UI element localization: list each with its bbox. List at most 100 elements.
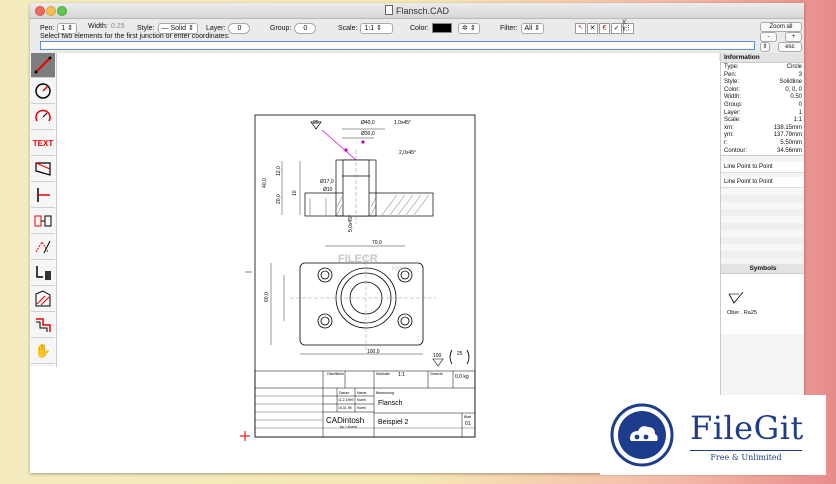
color-label: Color: [410, 24, 429, 32]
y-coord-label: Y: [622, 27, 628, 33]
roughness-symbol-icon[interactable] [727, 292, 747, 306]
stepper-icon[interactable]: ⇕ [760, 42, 770, 52]
dim-h60: 60,0 [264, 292, 270, 302]
tb-weight: 0,0 kg [455, 374, 469, 380]
filegit-name: FileGit [690, 409, 804, 447]
circle-tool-icon [35, 83, 51, 99]
pen-value: 1 [61, 25, 66, 32]
trim-tool-icon [35, 162, 51, 176]
zoom-all-button[interactable]: Zoom all [760, 22, 802, 32]
layer-label: Layer: [206, 25, 226, 32]
selected-point-marker [361, 140, 365, 144]
info-key: Width: [724, 94, 742, 101]
group-field[interactable]: 0 [294, 23, 317, 34]
document-icon [384, 5, 393, 15]
info-value: 0, 0, 0 [785, 86, 802, 93]
filter-select[interactable]: All ⇕ [520, 23, 545, 34]
tb-datum-label: Datum [339, 391, 349, 395]
edit-tool-button[interactable] [31, 235, 55, 260]
snap-point-icon[interactable]: ↖ [575, 23, 586, 34]
hand-tool-button[interactable]: ✋ [31, 339, 55, 364]
dim-d17: Ø17,0 [320, 179, 334, 185]
line-tool-icon [34, 56, 52, 74]
snap-tangent-icon[interactable]: ✓ [611, 23, 622, 34]
color-swatch[interactable] [431, 23, 452, 33]
info-row: Style: Solidline [721, 79, 804, 87]
zoom-in-button[interactable]: + [785, 32, 802, 42]
symbol-label: Ober . Ra25 [727, 310, 757, 317]
info-row: Pen: 3 [721, 72, 804, 80]
snap-cross-icon[interactable]: ✕ [587, 23, 598, 34]
tb-part-name: Flansch [378, 400, 403, 407]
width-value[interactable]: 0.25 [111, 23, 125, 30]
history-item[interactable]: Line Point to Point [721, 162, 804, 174]
snap-center-icon[interactable]: € [599, 23, 610, 34]
info-key: r: [724, 139, 728, 146]
command-input[interactable] [40, 41, 755, 50]
tool-palette: TEXT ✋ [30, 53, 57, 367]
line-tool-button[interactable] [31, 53, 55, 78]
tb-date-2: 15.01.95 [338, 406, 352, 410]
tb-name-label: Name [357, 391, 366, 395]
junction-tool-icon [37, 188, 50, 202]
esc-button[interactable]: esc [778, 42, 802, 52]
info-row: Contour: 34.56mm [721, 148, 804, 156]
tb-blatt-label: Blatt [464, 415, 471, 419]
tb-date-1: 11.2.1999 [338, 398, 353, 402]
trim-tool-button[interactable] [31, 157, 55, 182]
contour-tool-icon [36, 318, 51, 332]
info-value: 1:1 [793, 117, 802, 124]
style-value: Solid [170, 25, 187, 32]
tb-sheet: 01 [465, 421, 471, 427]
tb-name-2: Kuehl [357, 406, 366, 410]
scale-label: Scale: [338, 25, 358, 32]
delete-tool-icon [36, 266, 51, 280]
info-header: Information [721, 53, 804, 63]
info-rows: Type: Circle Pen: 3 Style: Solidline Color:… [721, 63, 804, 156]
circle-tool-button[interactable] [31, 79, 55, 104]
arc-tool-button[interactable] [31, 105, 55, 130]
delete-tool-button[interactable] [31, 261, 55, 286]
info-value: Circle [786, 64, 802, 70]
filegit-tagline: Free & Unlimited [710, 453, 782, 462]
dim-chamfer-2: 2,0x45° [399, 150, 416, 156]
info-row: Color: 0, 0, 0 [721, 87, 804, 95]
filter-value: All [524, 25, 533, 32]
info-value: 138.15mm [773, 124, 802, 131]
scale-select[interactable]: 1:1 ⇕ [360, 23, 394, 34]
junction-tool-button[interactable] [31, 183, 55, 208]
watermark-text: FILECR [338, 253, 378, 265]
copy-tool-button[interactable] [31, 209, 55, 234]
dim-w70: 70,0 [372, 240, 382, 246]
tb-company: CADintosh [326, 416, 364, 425]
tb-scale: 1:1 [398, 372, 405, 378]
width-label: Width: [88, 23, 108, 30]
x-coord-label: X: [622, 20, 628, 26]
text-tool-button[interactable]: TEXT [31, 131, 55, 156]
layer-field[interactable]: 0 [228, 23, 251, 34]
tb-drawing-no: Beispiel 2 [378, 419, 408, 426]
dim-chamfer-3: 5,0x45° [348, 215, 354, 232]
info-row: Scale: 1:1 [721, 117, 804, 125]
zoom-out-button[interactable]: - [760, 32, 777, 42]
info-value: 5.50mm [780, 139, 802, 146]
window-title: Flansch.CAD [395, 6, 449, 16]
history-item[interactable]: Line Point to Point [721, 177, 804, 189]
info-row: Type: Circle [721, 64, 804, 72]
tb-benennung-label: Benennung [376, 391, 394, 395]
info-key: Color: [724, 86, 741, 93]
contour-tool-button[interactable] [31, 313, 55, 338]
info-row: r: 5.50mm [721, 140, 804, 148]
info-key: Type: [724, 64, 739, 70]
group-label: Group: [270, 25, 292, 32]
roughness-1: 25 [313, 120, 319, 126]
tb-gewicht-label: Gewicht [430, 372, 443, 376]
selected-point-marker [344, 148, 348, 152]
hatch-tool-button[interactable] [31, 287, 55, 312]
scale-value: 1:1 [364, 25, 375, 32]
dim-chamfer-1: 1,0x45° [394, 120, 411, 126]
title-block [254, 370, 476, 438]
settings-select[interactable]: ✲ ⇕ [458, 23, 480, 34]
info-value: 34.56mm [776, 147, 802, 154]
info-key: Group: [724, 101, 743, 108]
